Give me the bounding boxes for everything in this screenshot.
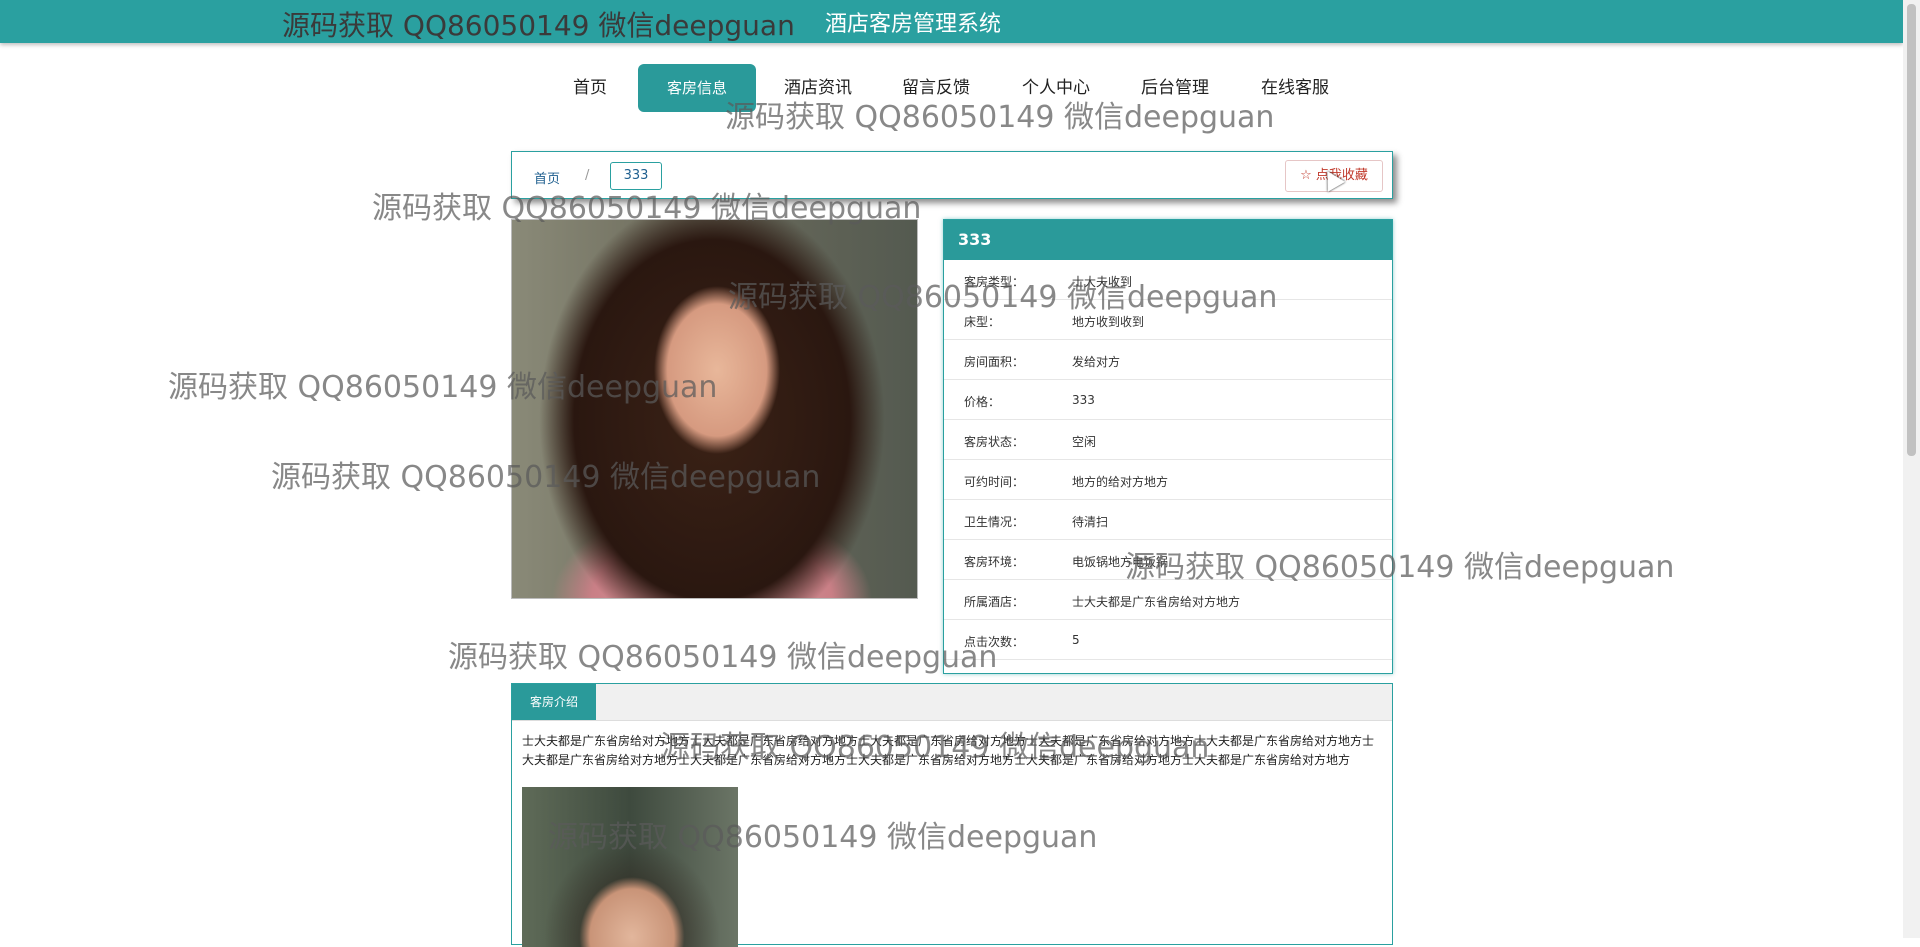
- info-row-hotel: 所属酒店： 士大夫都是广东省房给对方地方: [944, 580, 1392, 620]
- nav-item-admin[interactable]: 后台管理: [1132, 64, 1218, 112]
- info-label: 客房类型：: [964, 275, 1025, 289]
- info-value: 待清扫: [1072, 515, 1109, 529]
- info-value: 地方的给对方地方: [1072, 475, 1169, 489]
- info-label: 所属酒店：: [964, 595, 1025, 609]
- info-value: 士大夫收到: [1072, 275, 1133, 289]
- info-label: 卫生情况：: [964, 515, 1025, 529]
- info-value: 5: [1072, 633, 1080, 647]
- info-label: 房间面积：: [964, 355, 1025, 369]
- nav-item-room-info[interactable]: 客房信息: [638, 64, 756, 112]
- main-nav: 首页 客房信息 酒店资讯 留言反馈 个人中心 后台管理 在线客服: [0, 64, 1903, 112]
- intro-text: 士大夫都是广东省房给对方地方士大夫都是广东省房给对方地方士大夫都是广东省房给对方…: [522, 734, 1375, 767]
- info-row-hygiene: 卫生情况： 待清扫: [944, 500, 1392, 540]
- info-row-environment: 客房环境： 电饭锅地方电饭锅: [944, 540, 1392, 580]
- info-label: 点击次数：: [964, 635, 1025, 649]
- info-row-room-type: 客房类型： 士大夫收到: [944, 260, 1392, 300]
- scrollbar-thumb[interactable]: [1907, 4, 1916, 456]
- room-photo: [511, 219, 918, 599]
- info-row-status: 客房状态： 空闲: [944, 420, 1392, 460]
- nav-item-user-center[interactable]: 个人中心: [1013, 64, 1099, 112]
- info-label: 价格：: [964, 395, 1001, 409]
- nav-item-feedback[interactable]: 留言反馈: [893, 64, 979, 112]
- info-value: 空闲: [1072, 435, 1097, 449]
- nav-item-online-service[interactable]: 在线客服: [1252, 64, 1338, 112]
- info-row-available-time: 可约时间： 地方的给对方地方: [944, 460, 1392, 500]
- info-value: 士大夫都是广东省房给对方地方: [1072, 595, 1241, 609]
- room-info-panel: 333 客房类型： 士大夫收到 床型： 地方收到收到 房间面积： 发给对方 价格…: [943, 219, 1393, 674]
- info-value: 电饭锅地方电饭锅: [1072, 555, 1169, 569]
- info-label: 客房状态：: [964, 435, 1025, 449]
- system-title: 酒店客房管理系统: [825, 12, 1002, 37]
- tab-room-intro[interactable]: 客房介绍: [512, 684, 596, 720]
- info-row-clicks: 点击次数： 5: [944, 620, 1392, 660]
- nav-item-hotel-news[interactable]: 酒店资讯: [775, 64, 861, 112]
- breadcrumb: 首页 / 333 ☆ 点我收藏: [511, 151, 1393, 199]
- info-label: 客房环境：: [964, 555, 1025, 569]
- page-scrollbar[interactable]: [1903, 0, 1920, 938]
- info-row-area: 房间面积： 发给对方: [944, 340, 1392, 380]
- room-title: 333: [944, 220, 1392, 260]
- info-row-price: 价格： 333: [944, 380, 1392, 420]
- info-label: 床型：: [964, 315, 1001, 329]
- nav-item-home[interactable]: 首页: [560, 64, 620, 112]
- info-value: 333: [1072, 393, 1095, 407]
- intro-image: [522, 787, 738, 947]
- watermark: 源码获取 QQ86050149 微信deepguan: [448, 640, 998, 675]
- info-value: 地方收到收到: [1072, 315, 1145, 329]
- header-watermark: 源码获取 QQ86050149 微信deepguan: [282, 9, 795, 42]
- breadcrumb-current[interactable]: 333: [610, 162, 662, 190]
- breadcrumb-separator: /: [585, 168, 590, 183]
- info-label: 可约时间：: [964, 475, 1025, 489]
- info-row-bed-type: 床型： 地方收到收到: [944, 300, 1392, 340]
- intro-tab-bar: 客房介绍: [512, 684, 1392, 721]
- top-header-bar: 源码获取 QQ86050149 微信deepguan 酒店客房管理系统: [0, 0, 1903, 43]
- info-value: 发给对方: [1072, 355, 1121, 369]
- breadcrumb-home-link[interactable]: 首页: [534, 168, 560, 187]
- room-intro-panel: 客房介绍 士大夫都是广东省房给对方地方士大夫都是广东省房给对方地方士大夫都是广东…: [511, 683, 1393, 947]
